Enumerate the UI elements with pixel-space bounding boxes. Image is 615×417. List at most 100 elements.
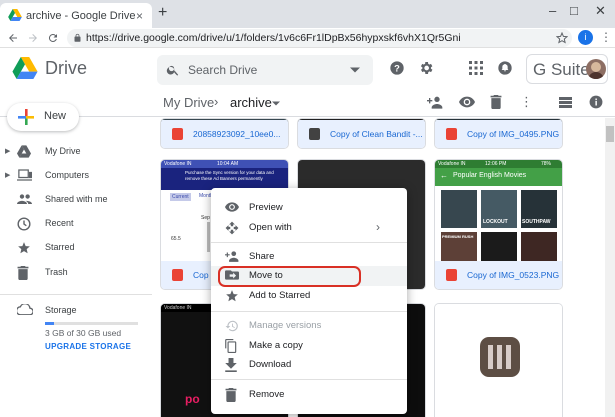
file-card[interactable]: [434, 303, 563, 417]
sidebar-item-label: Recent: [45, 218, 74, 228]
sidebar-item-label: My Drive: [45, 146, 81, 156]
file-name: Copy of IMG_0523.PNG: [467, 270, 560, 280]
menu-item-download[interactable]: Download: [211, 355, 407, 375]
preview-eye-icon[interactable]: [459, 96, 475, 108]
file-card[interactable]: 20858923092_10ee0...: [160, 118, 289, 149]
upgrade-storage-link[interactable]: UPGRADE STORAGE: [45, 342, 131, 351]
sidebar-item-label: Trash: [45, 267, 68, 277]
details-info-icon[interactable]: [589, 95, 603, 109]
drive-app-name[interactable]: Drive: [45, 58, 87, 79]
minimize-icon[interactable]: –: [549, 3, 556, 18]
file-name-bar: Copy of IMG_0495.PNG: [435, 120, 562, 148]
svg-text:?: ?: [394, 63, 400, 73]
sidebar-item-recent[interactable]: Recent: [0, 213, 150, 235]
menu-item-remove[interactable]: Remove: [211, 385, 407, 405]
maximize-icon[interactable]: □: [570, 3, 578, 18]
scrollbar[interactable]: [605, 118, 615, 417]
sidebar-item-starred[interactable]: Starred: [0, 237, 150, 259]
storage-progress-bar: [45, 322, 138, 325]
file-name-bar: Copy of IMG_0523.PNG: [435, 261, 562, 289]
gsuite-label: G Suite: [533, 60, 590, 79]
image-file-icon: [172, 269, 183, 281]
app-icon-thumbnail: [480, 337, 520, 377]
menu-item-open-with[interactable]: Open with ›: [211, 218, 407, 238]
move-to-highlight-annotation: [218, 266, 361, 287]
expand-caret-icon[interactable]: ▶: [5, 147, 10, 155]
new-tab-button[interactable]: +: [158, 4, 167, 22]
cloud-icon: [17, 304, 33, 315]
back-arrow-icon[interactable]: [7, 32, 19, 44]
file-card[interactable]: Copy of Clean Bandit -...: [297, 118, 426, 149]
expand-caret-icon[interactable]: ▶: [5, 171, 10, 179]
file-card[interactable]: Copy of IMG_0495.PNG: [434, 118, 563, 149]
folder-dropdown-icon[interactable]: [272, 101, 280, 106]
window-close-icon[interactable]: ✕: [595, 3, 606, 19]
menu-separator: [211, 379, 407, 380]
plus-colored-icon: [18, 109, 34, 125]
sidebar-item-storage[interactable]: Storage: [0, 300, 150, 322]
sidebar-item-trash[interactable]: Trash: [0, 262, 150, 284]
delete-trash-icon[interactable]: [490, 95, 502, 109]
new-button[interactable]: New: [7, 103, 79, 131]
sidebar-item-label: Shared with me: [45, 194, 108, 204]
settings-gear-icon[interactable]: [418, 60, 434, 76]
account-avatar: [586, 59, 606, 79]
submenu-chevron-icon: ›: [376, 220, 380, 234]
browser-toolbar: https://drive.google.com/drive/u/1/folde…: [0, 28, 615, 48]
breadcrumb-my-drive[interactable]: My Drive: [163, 95, 214, 110]
help-icon[interactable]: ?: [389, 60, 405, 76]
menu-item-add-to-starred[interactable]: Add to Starred: [211, 286, 407, 306]
file-name-bar: Copy of Clean Bandit -...: [298, 120, 425, 148]
file-card[interactable]: Vodafone IN 12:06 PM 78% ← Popular Engli…: [434, 159, 563, 290]
profile-avatar[interactable]: i: [578, 30, 593, 45]
sidebar-item-computers[interactable]: ▶ Computers: [0, 165, 150, 187]
menu-item-label: Add to Starred: [249, 290, 311, 301]
list-view-icon[interactable]: [559, 97, 572, 108]
search-drive-input[interactable]: Search Drive: [157, 55, 373, 85]
menu-item-label: Manage versions: [249, 320, 322, 331]
menu-item-share[interactable]: Share: [211, 247, 407, 267]
video-file-icon: [309, 128, 320, 140]
more-actions-icon[interactable]: ⋮: [520, 94, 533, 110]
star-icon: [18, 242, 30, 254]
close-tab-button[interactable]: ×: [136, 9, 143, 23]
menu-item-label: Share: [249, 251, 275, 262]
file-thumbnail: [435, 304, 562, 417]
star-icon: [226, 290, 238, 302]
breadcrumb-bar: My Drive › archive ⋮: [0, 89, 615, 117]
menu-item-make-a-copy[interactable]: Make a copy: [211, 336, 407, 356]
scrollbar-thumb[interactable]: [606, 126, 614, 142]
drive-favicon-icon: [8, 9, 22, 21]
eye-icon: [225, 202, 239, 212]
file-name: 20858923092_10ee0...: [193, 129, 281, 139]
drive-logo-icon[interactable]: [12, 57, 38, 79]
sidebar-item-label: Computers: [45, 170, 90, 180]
search-icon[interactable]: [166, 63, 180, 77]
new-button-label: New: [44, 110, 67, 122]
context-menu: Preview Open with › Share Move to Add to…: [211, 188, 407, 414]
image-file-icon: [172, 128, 183, 140]
menu-separator: [211, 242, 407, 243]
sidebar-item-shared-with-me[interactable]: Shared with me: [0, 189, 150, 211]
breadcrumb-current-folder[interactable]: archive: [230, 95, 272, 110]
forward-arrow-icon[interactable]: [27, 32, 39, 44]
menu-item-preview[interactable]: Preview: [211, 198, 407, 218]
browser-tab[interactable]: archive - Google Drive ×: [0, 3, 152, 28]
sidebar-divider: [0, 294, 152, 295]
search-options-dropdown-icon[interactable]: [350, 67, 360, 73]
notifications-icon[interactable]: [497, 60, 513, 76]
gsuite-account-button[interactable]: G Suite: [526, 54, 608, 84]
menu-item-label: Preview: [249, 202, 283, 213]
sidebar-item-my-drive[interactable]: ▶ My Drive: [0, 141, 150, 163]
browser-menu-icon[interactable]: ⋮: [600, 30, 612, 44]
apps-grid-icon[interactable]: [469, 61, 483, 75]
people-icon: [17, 194, 32, 204]
reload-icon[interactable]: [47, 32, 59, 44]
browser-tab-strip: archive - Google Drive × + – □ ✕: [0, 0, 615, 28]
drive-folder-icon: [17, 145, 31, 158]
share-add-person-icon[interactable]: [427, 95, 443, 109]
open-with-icon: [225, 221, 239, 235]
address-bar[interactable]: https://drive.google.com/drive/u/1/folde…: [67, 29, 572, 47]
bookmark-star-icon[interactable]: [556, 32, 568, 44]
file-name-bar: 20858923092_10ee0...: [161, 120, 288, 148]
